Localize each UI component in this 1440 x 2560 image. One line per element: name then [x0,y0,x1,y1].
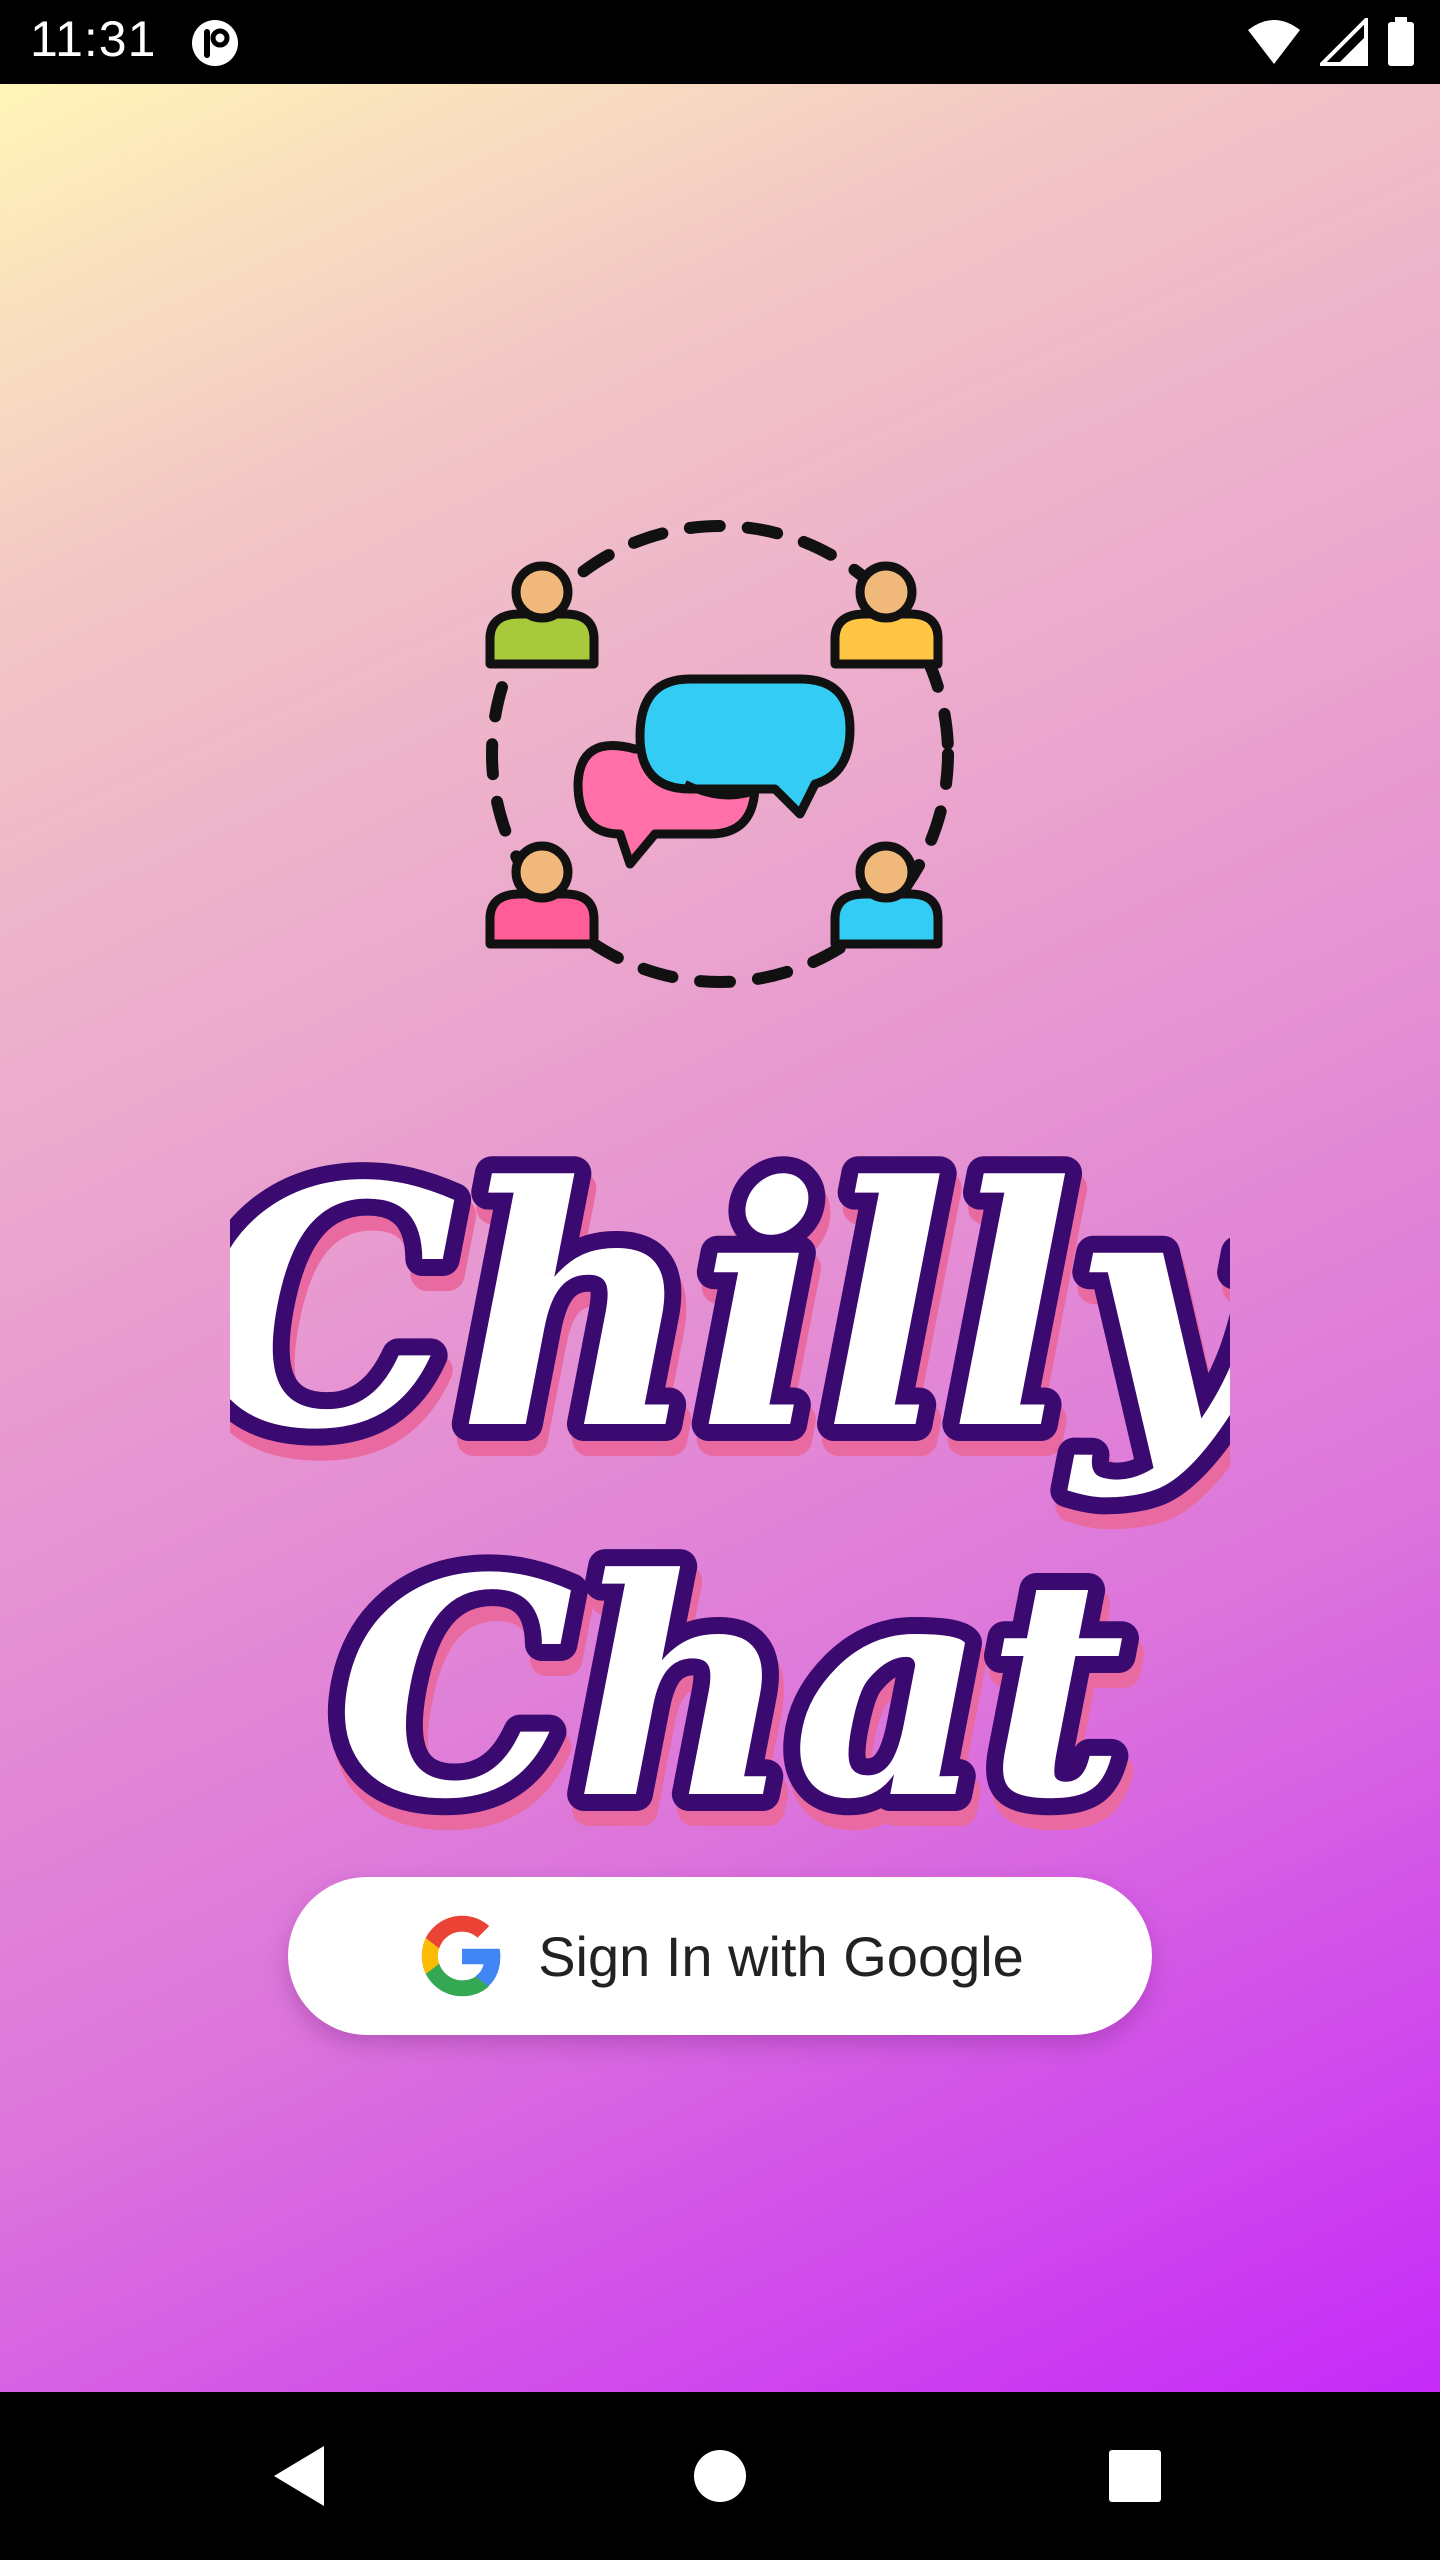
person-icon [485,841,599,949]
google-sign-in-button[interactable]: Sign In with Google [288,1877,1152,2035]
person-icon [485,561,599,669]
status-time: 11:31 [30,11,157,67]
title-line2: Chat [335,1512,1125,1864]
navigation-bar [0,2392,1440,2560]
battery-icon [1388,17,1414,66]
title-line1: Chilly [230,1114,1230,1502]
status-icons [1246,14,1416,70]
home-button[interactable] [620,2392,820,2560]
recents-icon [1109,2450,1161,2502]
back-button[interactable] [200,2392,400,2560]
app-title: Chilly Chat Chilly Chat Chilly Chat [230,1097,1230,1864]
back-icon [274,2446,324,2506]
recents-button[interactable] [1035,2392,1235,2560]
group-chat-icon [485,520,954,988]
google-icon [421,1915,501,1997]
status-bar: 11:31 [0,0,1440,84]
app-background: Chilly Chat Chilly Chat Chilly Chat Sign… [0,84,1440,2392]
signal-icon [1320,18,1368,66]
home-icon [694,2450,746,2502]
google-sign-in-label: Sign In with Google [538,1924,1024,1988]
app-notification-icon [192,20,238,66]
person-icon [830,561,943,669]
wifi-icon [1248,20,1300,64]
